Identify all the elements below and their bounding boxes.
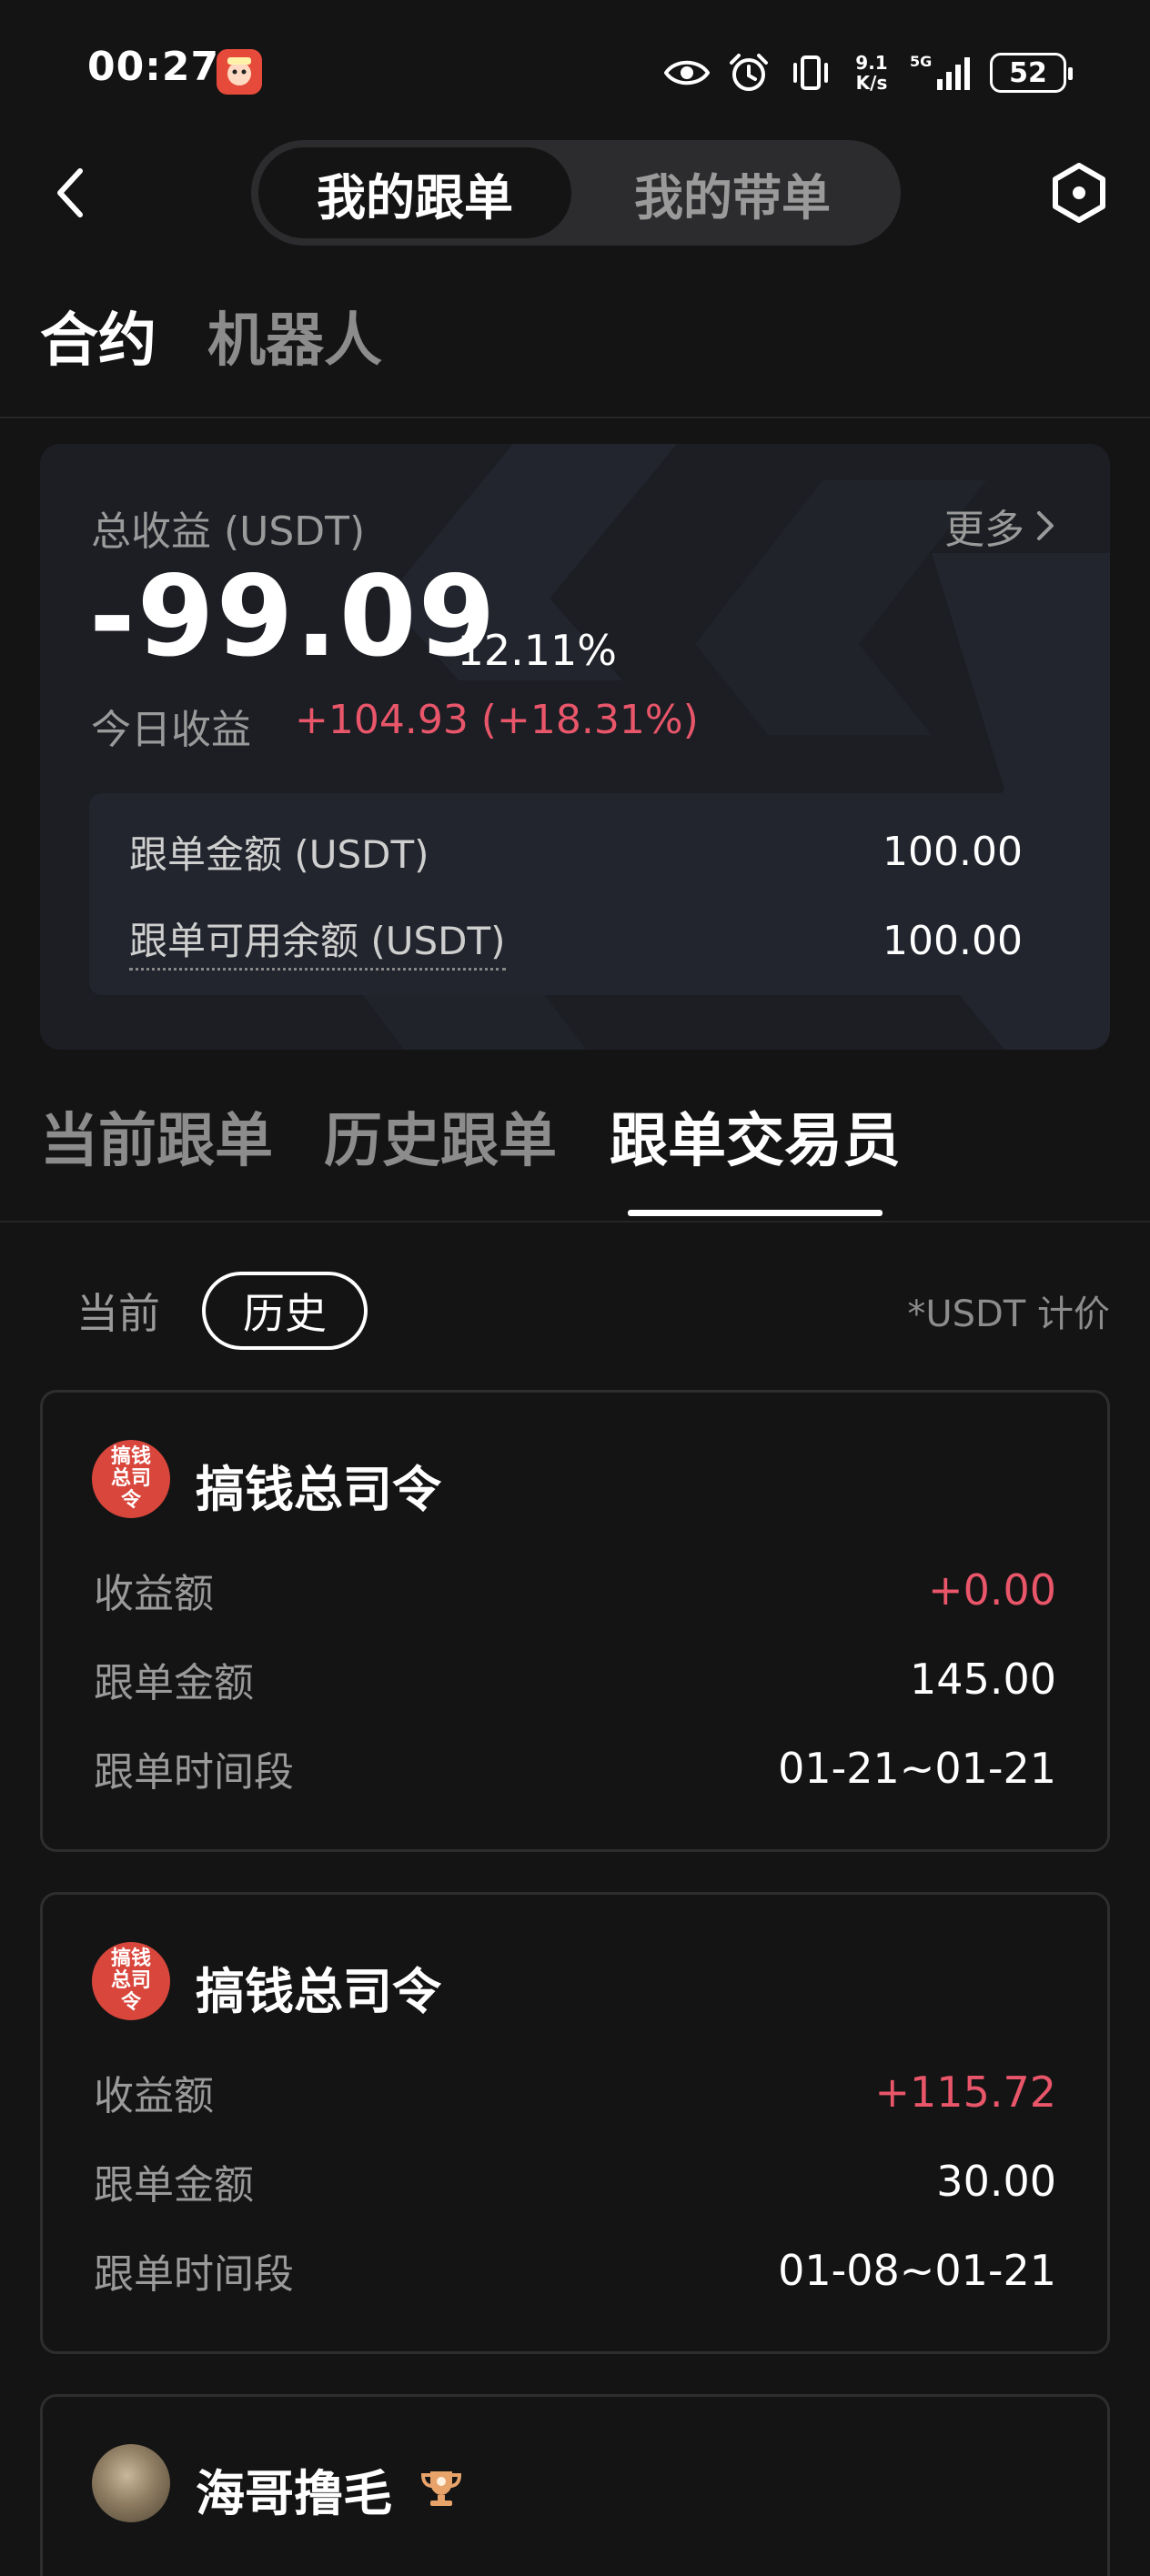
- more-link-label: 更多: [944, 507, 1024, 553]
- today-profit-value: +104.93 (+18.31%): [295, 697, 699, 743]
- trader-card[interactable]: 搞钱总司令 搞钱总司令 收益额 +115.72 跟单金额 30.00 跟单时间段…: [40, 1892, 1110, 2354]
- more-link[interactable]: 更多: [944, 497, 1055, 555]
- filter-current[interactable]: 当前: [76, 1281, 160, 1341]
- period-label: 跟单时间段: [94, 1749, 294, 1796]
- trader-name: 搞钱总司令: [196, 1461, 441, 1518]
- filter-history[interactable]: 历史: [202, 1272, 368, 1350]
- battery-indicator: 52: [990, 53, 1073, 93]
- profit-value: +0.00: [928, 1565, 1056, 1615]
- period-value: 01-08~01-21: [778, 2246, 1056, 2295]
- network-speed: 9.1 K/s: [855, 52, 888, 94]
- status-time: 00:27: [87, 44, 220, 90]
- available-balance-value: 100.00: [883, 917, 1023, 964]
- trader-avatar: [92, 2444, 170, 2522]
- status-icons: 9.1 K/s 5G 52: [664, 45, 1073, 100]
- period-label: 跟单时间段: [94, 2251, 294, 2298]
- amount-row: 跟单金额 30.00: [94, 2149, 1056, 2213]
- signal-icon: 5G: [910, 50, 973, 96]
- divider: [0, 1221, 1150, 1223]
- active-tab-indicator: [628, 1210, 883, 1216]
- eye-icon: [664, 50, 710, 96]
- tab-copy-traders[interactable]: 跟单交易员: [610, 1101, 901, 1182]
- pricing-note: *USDT 计价: [907, 1293, 1110, 1335]
- period-row: 跟单时间段 01-08~01-21: [94, 2239, 1056, 2302]
- summary-card: 总收益 (USDT) 更多 -99.09 -12.11% 今日收益 +104.9…: [40, 444, 1110, 1050]
- segment-my-lead[interactable]: 我的带单: [571, 147, 893, 238]
- svg-text:5G: 5G: [910, 53, 932, 70]
- trader-name: 搞钱总司令: [196, 1963, 441, 2020]
- amount-row: 跟单金额 145.00: [94, 1647, 1056, 1711]
- trader-card[interactable]: 搞钱总司令 搞钱总司令 收益额 +0.00 跟单金额 145.00 跟单时间段 …: [40, 1390, 1110, 1852]
- copy-amount-label: 跟单金额 (USDT): [129, 831, 429, 877]
- back-button[interactable]: [45, 164, 96, 222]
- copy-amount-value: 100.00: [883, 828, 1023, 875]
- profit-label: 收益额: [94, 1571, 214, 1617]
- trader-name: 海哥撸毛: [196, 2465, 392, 2522]
- vibrate-icon: [788, 50, 833, 96]
- tab-robot[interactable]: 机器人: [207, 305, 382, 377]
- chevron-left-icon: [57, 168, 83, 217]
- amount-value: 145.00: [910, 1655, 1056, 1704]
- trophy-badge-icon: [420, 2471, 462, 2506]
- available-balance-row: 跟单可用余额 (USDT) 100.00: [129, 911, 1023, 971]
- total-profit-value: -99.09: [89, 552, 498, 681]
- alarm-icon: [726, 50, 772, 96]
- amount-label: 跟单金额: [94, 2162, 254, 2209]
- settings-button[interactable]: [1046, 160, 1112, 226]
- period-row: 跟单时间段 01-21~01-21: [94, 1736, 1056, 1800]
- total-profit-label: 总收益 (USDT): [91, 508, 366, 555]
- amount-label: 跟单金额: [94, 1660, 254, 1706]
- today-profit-label: 今日收益: [91, 707, 251, 753]
- trader-card[interactable]: 海哥撸毛: [40, 2394, 1110, 2576]
- available-balance-label[interactable]: 跟单可用余额 (USDT): [129, 911, 506, 971]
- profit-row: 收益额 +115.72: [94, 2060, 1056, 2124]
- app-notification-icon: [217, 49, 262, 95]
- profit-label: 收益额: [94, 2073, 214, 2119]
- profit-value: +115.72: [874, 2068, 1057, 2117]
- total-profit-percent: -12.11%: [442, 626, 617, 675]
- amount-value: 30.00: [936, 2157, 1056, 2206]
- chevron-right-icon: [1037, 511, 1054, 540]
- tab-contract[interactable]: 合约: [40, 305, 156, 377]
- status-bar: 00:27 9.1 K/s 5G 52: [0, 0, 1150, 136]
- tab-history-copy[interactable]: 历史跟单: [324, 1101, 557, 1182]
- copy-amount-panel: 跟单金额 (USDT) 100.00 跟单可用余额 (USDT) 100.00: [89, 793, 1063, 995]
- hexagon-settings-icon: [1053, 163, 1105, 223]
- profit-row: 收益额 +0.00: [94, 1558, 1056, 1622]
- segment-control: 我的跟单 我的带单: [251, 140, 901, 246]
- segment-my-copy[interactable]: 我的跟单: [258, 147, 571, 238]
- period-value: 01-21~01-21: [778, 1744, 1056, 1793]
- trader-avatar: 搞钱总司令: [92, 1440, 170, 1518]
- trader-avatar: 搞钱总司令: [92, 1942, 170, 2020]
- divider: [0, 417, 1150, 418]
- tab-current-copy[interactable]: 当前跟单: [40, 1101, 273, 1182]
- copy-amount-row: 跟单金额 (USDT) 100.00: [129, 824, 1023, 879]
